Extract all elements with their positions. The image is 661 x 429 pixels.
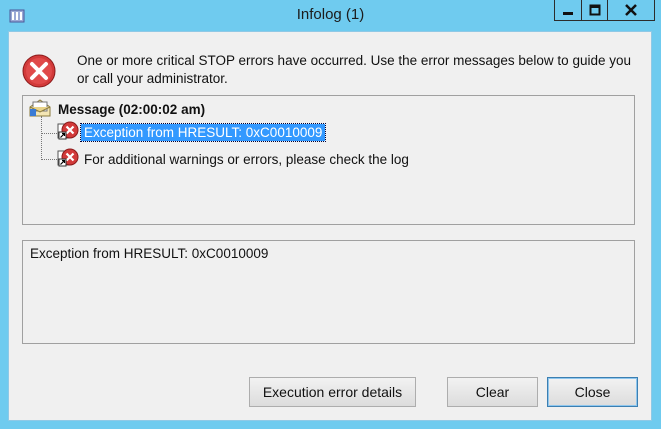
execution-error-details-button[interactable]: Execution error details — [249, 377, 416, 407]
critical-error-icon — [22, 54, 56, 88]
clear-button[interactable]: Clear — [447, 377, 538, 407]
maximize-icon — [589, 1, 601, 20]
infolog-window: Infolog (1) One or more critical STOP er… — [0, 0, 661, 429]
title-bar[interactable]: Infolog (1) — [0, 0, 661, 32]
minimize-icon — [562, 1, 574, 20]
tree-connector — [41, 159, 57, 160]
error-summary-text: One or more critical STOP errors have oc… — [77, 53, 631, 86]
tree-connector — [41, 116, 42, 160]
error-icon — [57, 121, 79, 144]
dialog-body: One or more critical STOP errors have oc… — [8, 31, 652, 421]
close-window-button[interactable] — [608, 0, 655, 21]
maximize-button[interactable] — [581, 0, 608, 21]
minimize-button[interactable] — [554, 0, 581, 21]
close-button[interactable]: Close — [547, 377, 638, 407]
window-controls — [554, 0, 655, 22]
splitter-grip[interactable] — [314, 229, 338, 244]
tree-item-warnings[interactable]: For additional warnings or errors, pleas… — [57, 148, 412, 170]
open-envelope-icon — [29, 98, 51, 120]
error-icon — [57, 148, 79, 171]
message-detail-panel[interactable]: Exception from HRESULT: 0xC0010009 — [22, 240, 635, 344]
tree-root-node[interactable]: Message (02:00:02 am) — [29, 98, 208, 120]
tree-item-label: Exception from HRESULT: 0xC0010009 — [79, 122, 327, 142]
tree-item-exception[interactable]: Exception from HRESULT: 0xC0010009 — [57, 121, 327, 144]
tree-connector — [41, 133, 57, 134]
close-icon — [624, 1, 638, 20]
message-tree[interactable]: Message (02:00:02 am) Exception from HRE… — [22, 95, 635, 225]
tree-item-label: For additional warnings or errors, pleas… — [84, 151, 409, 167]
tree-root-label: Message (02:00:02 am) — [58, 101, 206, 117]
